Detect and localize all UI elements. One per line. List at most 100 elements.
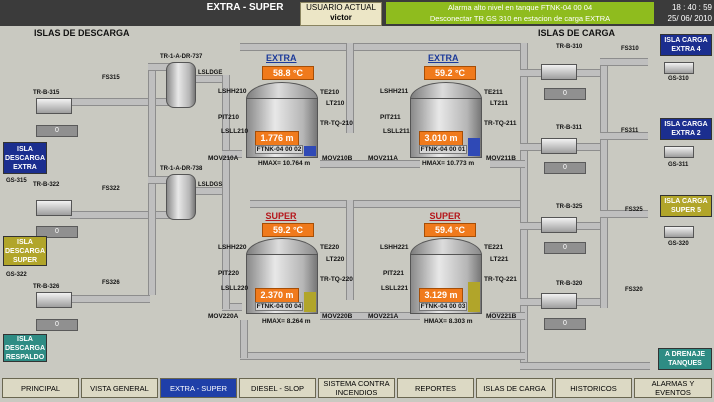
tank-hmax-2: HMAX= 10.773 m xyxy=(422,160,475,167)
tank-movb-4: MOV221B xyxy=(486,313,517,320)
filter-tag-2: TR-1-A-DR-738 xyxy=(160,166,203,172)
pump-right-1[interactable] xyxy=(541,64,577,80)
pipe xyxy=(240,352,525,360)
tank-level-3: 2.370 m xyxy=(255,288,299,303)
alarm-banner-2[interactable]: Desconectar TR GS 310 en estacion de car… xyxy=(386,13,654,24)
filter-vessel-2[interactable] xyxy=(166,174,196,220)
island-descarga-extra[interactable]: ISLA DESCARGA EXTRA xyxy=(3,142,47,174)
pump-left-3[interactable] xyxy=(36,292,72,308)
pipe xyxy=(70,98,180,106)
tank-pit-2: PIT211 xyxy=(380,114,401,121)
island-descarga-respaldo[interactable]: ISLA DESCARGA RESPALDO xyxy=(3,334,47,362)
flow-switch-right-3: FS325 xyxy=(625,207,643,213)
tank-title-3: SUPER xyxy=(265,211,297,221)
tank-id-2: FTNK-04 00 01 xyxy=(419,145,467,154)
tank-tr-4: TR-TQ-221 xyxy=(484,276,517,283)
island-descarga-super[interactable]: ISLA DESCARGA SUPER xyxy=(3,236,47,266)
tank-lshh-1: LSHH210 xyxy=(218,88,247,95)
pipe xyxy=(240,43,520,51)
pipe xyxy=(520,362,650,370)
flow-switch-left-1: FS315 xyxy=(102,75,120,81)
flow-switch-right-2: FS311 xyxy=(621,128,639,134)
tank-level-bar-3 xyxy=(304,292,316,312)
gs-tag-left-1: GS-315 xyxy=(6,178,27,184)
tank-hmax-4: HMAX= 8.303 m xyxy=(424,318,473,325)
user-label: USUARIO ACTUAL xyxy=(306,3,376,12)
tank-title-4: SUPER xyxy=(429,211,461,221)
pump-value-right-1: 0 xyxy=(544,88,586,100)
tank-movb-1: MOV210B xyxy=(322,155,353,162)
pump-value-left-1: 0 xyxy=(36,125,78,137)
tank-level-bar-2 xyxy=(468,138,480,156)
tank-temp-3: 59.2 °C xyxy=(262,223,314,237)
pump-right-4[interactable] xyxy=(541,293,577,309)
tank-mova-4: MOV221A xyxy=(368,313,399,320)
filter-ls-1: LSLDGE xyxy=(198,70,223,76)
tank-pit-4: PIT221 xyxy=(383,270,404,277)
tank-lt-4: LT221 xyxy=(490,256,509,263)
tank-lshh-4: LSHH221 xyxy=(380,244,409,251)
pump-left-2[interactable] xyxy=(36,200,72,216)
tank-te-4: TE221 xyxy=(484,244,504,251)
gs-tag-right-1: GS-310 xyxy=(668,76,689,82)
tank-temp-2: 59.2 °C xyxy=(424,66,476,80)
nav-reportes[interactable]: REPORTES xyxy=(397,378,474,398)
tank-lt-3: LT220 xyxy=(326,256,345,263)
flow-switch-right-1: FS310 xyxy=(621,46,639,52)
pump-tag-left-2: TR-B-322 xyxy=(33,182,60,188)
nav-vista-general[interactable]: VISTA GENERAL xyxy=(81,378,158,398)
screen-title: EXTRA - SUPER xyxy=(206,2,284,13)
island-carga-extra-2[interactable]: ISLA CARGA EXTRA 2 xyxy=(660,118,712,140)
user-name: victor xyxy=(330,13,352,22)
nav-alarmas-y-eventos[interactable]: ALARMAS Y EVENTOS xyxy=(634,378,712,398)
nav-principal[interactable]: PRINCIPAL xyxy=(2,378,79,398)
tank-te-2: TE211 xyxy=(484,89,503,96)
flow-switch-left-2: FS322 xyxy=(102,186,120,192)
flow-switch-right-4: FS320 xyxy=(625,287,643,293)
tank-temp-1: 58.8 °C xyxy=(262,66,314,80)
tank-roof-3 xyxy=(246,238,318,255)
pump-tag-right-3: TR-B-325 xyxy=(556,204,583,210)
date-readout: 25/ 06/ 2010 xyxy=(667,14,712,23)
tank-lsll-4: LSLL221 xyxy=(381,285,409,292)
pump-tag-right-4: TR-B-320 xyxy=(556,281,583,287)
tank-movb-2: MOV211B xyxy=(486,155,516,162)
truck-icon xyxy=(664,62,694,74)
pipe xyxy=(250,200,520,208)
tank-lt-1: LT210 xyxy=(326,100,345,107)
pump-tag-right-2: TR-B-311 xyxy=(556,125,583,131)
tank-pit-1: PIT210 xyxy=(218,114,239,121)
tank-roof-1 xyxy=(246,82,318,99)
island-carga-extra-4[interactable]: ISLA CARGA EXTRA 4 xyxy=(660,34,712,56)
pump-tag-left-3: TR-B-326 xyxy=(33,284,60,290)
tank-title-1: EXTRA xyxy=(266,53,297,63)
alarm-banner-1[interactable]: Alarma alto nivel en tanque FTNK-04 00 0… xyxy=(386,2,654,13)
pipe xyxy=(240,320,248,358)
tank-level-bar-4 xyxy=(468,282,480,312)
nav-extra-super[interactable]: EXTRA - SUPER xyxy=(160,378,237,398)
nav-islas-de-carga[interactable]: ISLAS DE CARGA xyxy=(476,378,553,398)
tank-lshh-3: LSHH220 xyxy=(218,244,247,251)
pump-left-1[interactable] xyxy=(36,98,72,114)
tank-mova-2: MOV211A xyxy=(368,155,398,162)
tank-id-1: FTNK-04 00 02 xyxy=(255,145,303,154)
nav-sistema-contra-incendios[interactable]: SISTEMA CONTRA INCENDIOS xyxy=(318,378,395,398)
tank-level-4: 3.129 m xyxy=(419,288,463,303)
filter-tag-1: TR-1-A-DR-737 xyxy=(160,54,203,60)
tank-lsll-2: LSLL211 xyxy=(383,128,410,135)
pump-tag-right-1: TR-B-310 xyxy=(556,44,583,50)
pump-right-2[interactable] xyxy=(541,138,577,154)
drain-tanks-box[interactable]: A DRENAJE TANQUES xyxy=(658,348,712,370)
pipe xyxy=(600,58,648,66)
island-carga-super-5[interactable]: ISLA CARGA SUPER 5 xyxy=(660,195,712,217)
pump-right-3[interactable] xyxy=(541,217,577,233)
nav-historicos[interactable]: HISTORICOS xyxy=(555,378,632,398)
tank-level-bar-1 xyxy=(304,146,316,156)
nav-diesel-slop[interactable]: DIESEL - SLOP xyxy=(239,378,316,398)
filter-vessel-1[interactable] xyxy=(166,62,196,108)
pump-value-right-2: 0 xyxy=(544,162,586,174)
tank-level-1: 1.776 m xyxy=(255,131,299,146)
section-title-descarga: ISLAS DE DESCARGA xyxy=(34,28,130,38)
tank-mova-3: MOV220A xyxy=(208,313,239,320)
time-readout: 18 : 40 : 59 xyxy=(671,3,712,12)
